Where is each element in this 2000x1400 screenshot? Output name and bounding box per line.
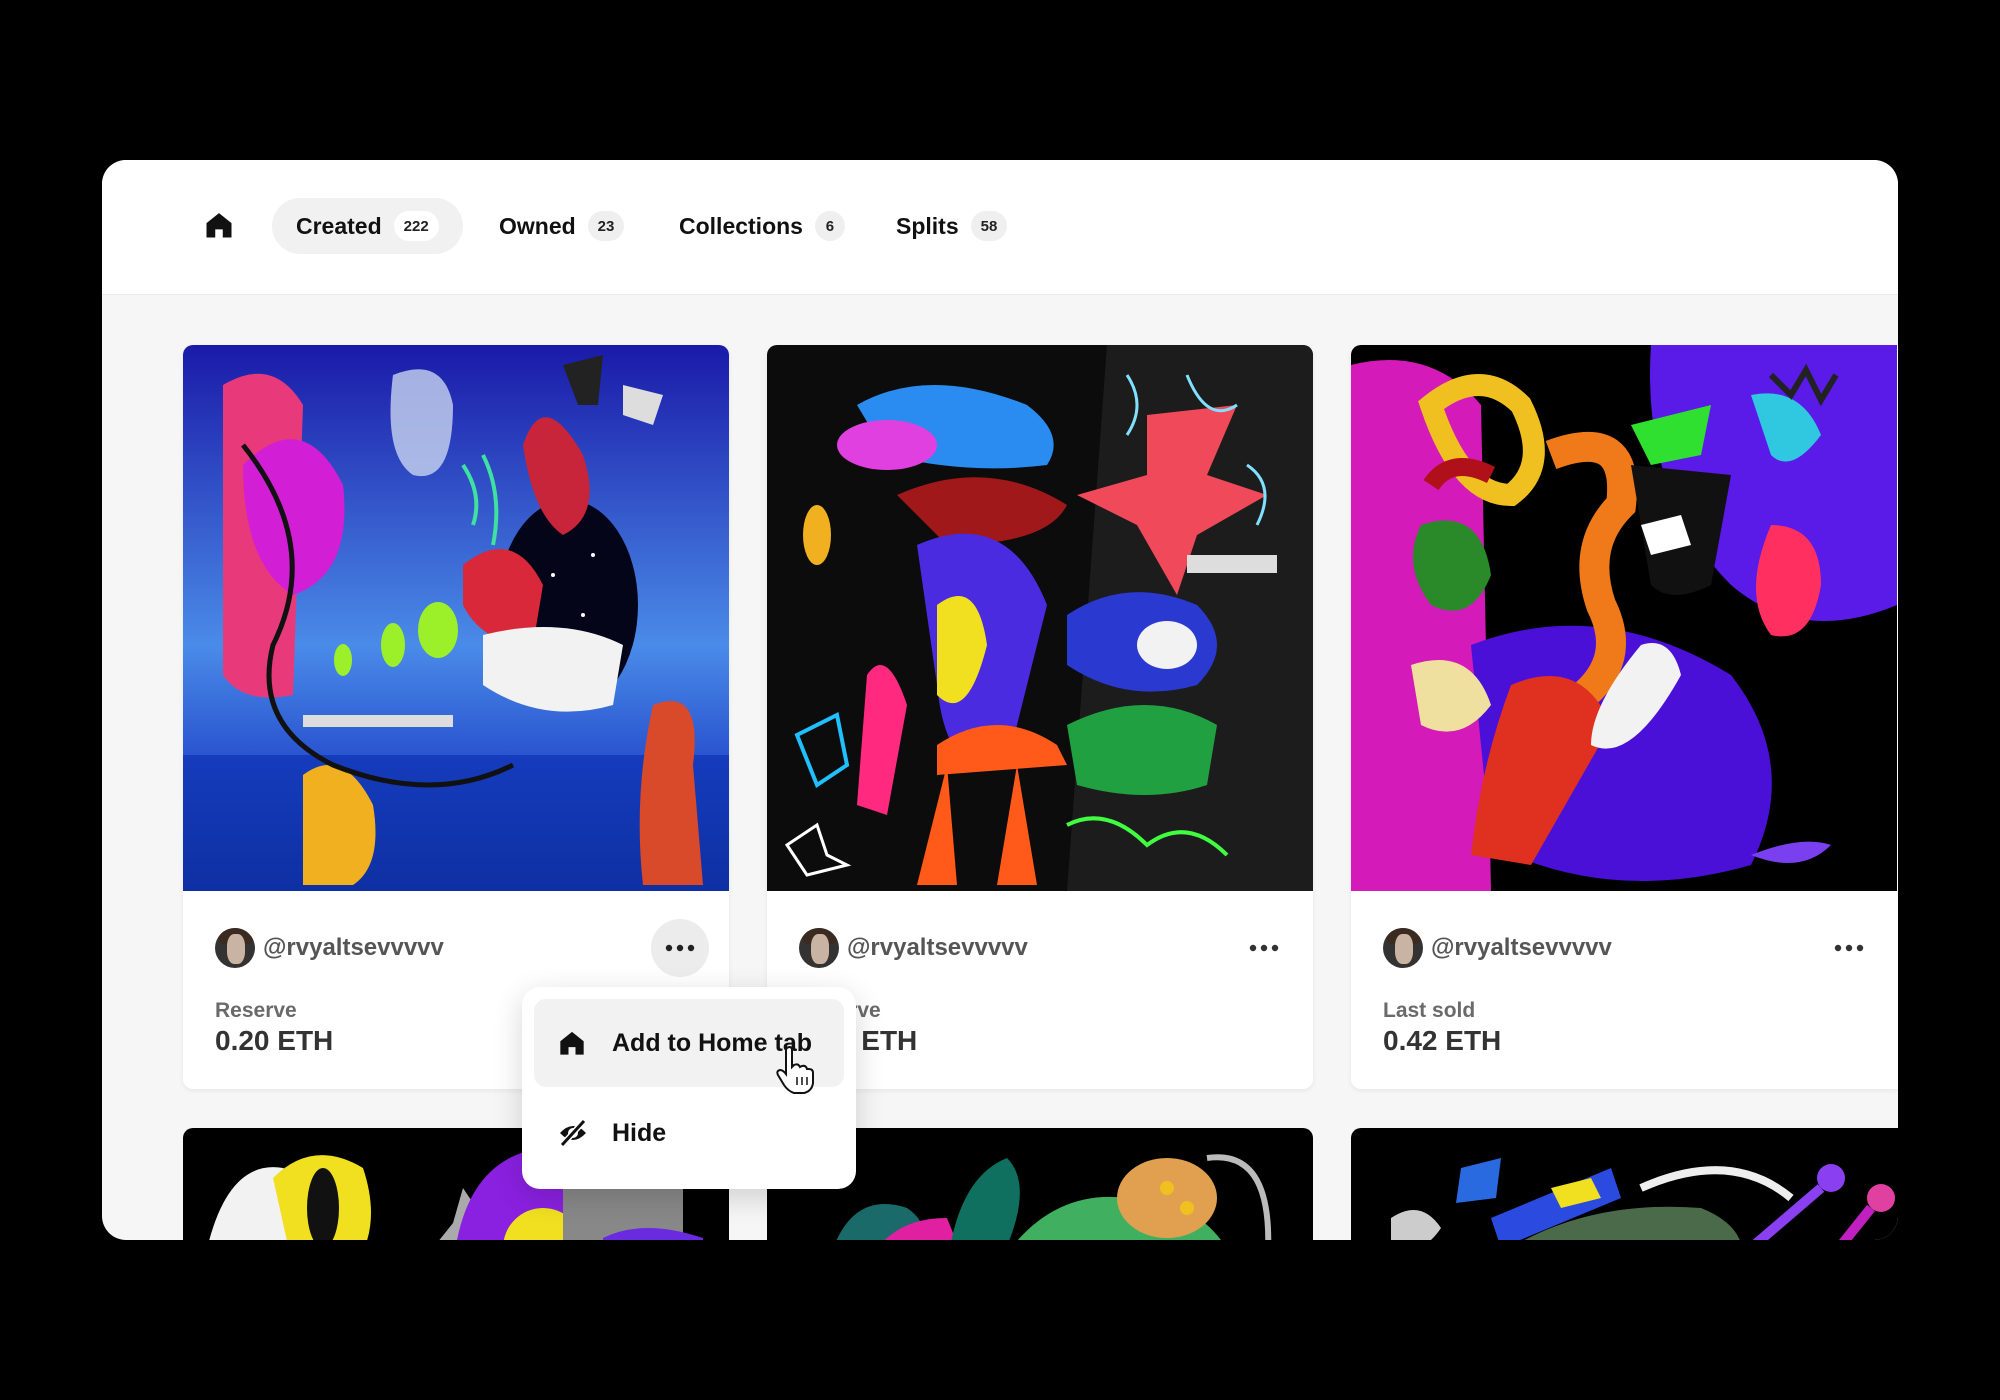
more-horizontal-icon bbox=[1249, 944, 1279, 952]
nft-card[interactable]: @rvyaltsevvvvv Last sold 0.42 ETH bbox=[1351, 345, 1898, 1089]
tab-owned[interactable]: Owned 23 bbox=[499, 198, 625, 254]
price-value: 0.20 ETH bbox=[215, 1025, 334, 1056]
tab-count-badge: 6 bbox=[814, 211, 845, 241]
tab-count-badge: 222 bbox=[393, 211, 439, 241]
artwork-image[interactable] bbox=[183, 345, 729, 891]
tab-count-badge: 58 bbox=[970, 211, 1008, 241]
eye-off-icon bbox=[558, 1118, 588, 1148]
hide-menu-item[interactable]: Hide bbox=[534, 1089, 844, 1177]
more-horizontal-icon bbox=[1834, 944, 1864, 952]
creator-link[interactable]: @rvyaltsevvvvv bbox=[799, 928, 1028, 968]
more-options-button[interactable] bbox=[1235, 919, 1293, 977]
profile-tab-bar: Created 222 Owned 23 Collections 6 Split… bbox=[102, 160, 1898, 295]
avatar bbox=[215, 928, 255, 968]
app-window: Created 222 Owned 23 Collections 6 Split… bbox=[102, 160, 1898, 1240]
price-label: Reserve bbox=[215, 999, 297, 1022]
tab-label: Created bbox=[296, 212, 382, 239]
creator-handle: @rvyaltsevvvvv bbox=[1431, 934, 1612, 961]
tab-collections[interactable]: Collections 6 bbox=[679, 198, 845, 254]
creator-handle: @rvyaltsevvvvv bbox=[263, 934, 444, 961]
home-tab[interactable] bbox=[204, 210, 240, 244]
creator-link[interactable]: @rvyaltsevvvvv bbox=[1383, 928, 1612, 968]
menu-item-label: Hide bbox=[612, 1118, 667, 1147]
more-options-button[interactable] bbox=[651, 919, 709, 977]
nft-card[interactable] bbox=[1351, 1128, 1898, 1240]
nft-card[interactable]: @rvyaltsevvvvv Reserve 0.24 ETH bbox=[767, 345, 1313, 1089]
nft-card[interactable]: @rvyaltsevvvvv Reserve 0.20 ETH bbox=[183, 345, 729, 1089]
price-value: 0.42 ETH bbox=[1383, 1025, 1502, 1056]
creator-handle: @rvyaltsevvvvv bbox=[847, 934, 1028, 961]
avatar bbox=[799, 928, 839, 968]
avatar bbox=[1383, 928, 1423, 968]
home-icon bbox=[206, 213, 232, 238]
creator-link[interactable]: @rvyaltsevvvvv bbox=[215, 928, 444, 968]
tab-label: Splits bbox=[896, 212, 959, 239]
tab-splits[interactable]: Splits 58 bbox=[896, 198, 1008, 254]
pointer-cursor-icon bbox=[776, 1046, 814, 1094]
home-icon bbox=[558, 1028, 588, 1058]
more-options-button[interactable] bbox=[1820, 919, 1878, 977]
price-label: Last sold bbox=[1383, 999, 1476, 1022]
artwork-image[interactable] bbox=[1351, 1128, 1898, 1240]
tab-label: Collections bbox=[679, 212, 803, 239]
artwork-image[interactable] bbox=[767, 345, 1313, 891]
tab-label: Owned bbox=[499, 212, 576, 239]
more-horizontal-icon bbox=[665, 944, 695, 952]
artwork-image[interactable] bbox=[1351, 345, 1897, 891]
tab-created[interactable]: Created 222 bbox=[272, 198, 463, 254]
tab-count-badge: 23 bbox=[587, 211, 625, 241]
